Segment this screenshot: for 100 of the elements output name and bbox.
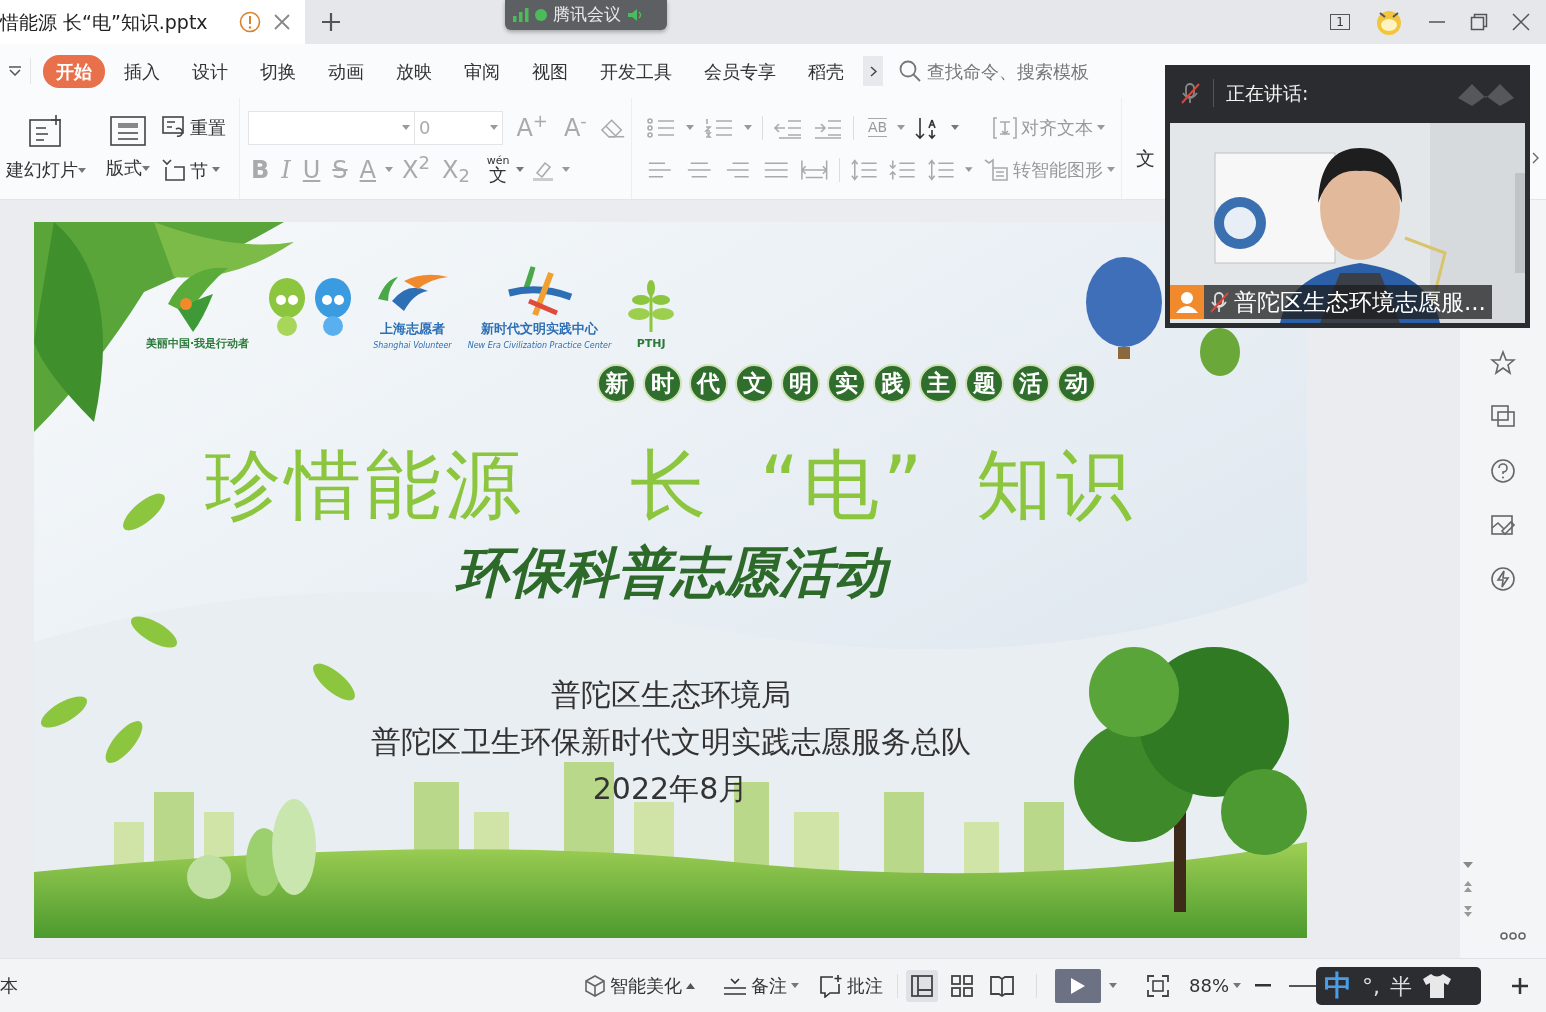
caret-icon	[211, 167, 220, 173]
zoom-in-icon[interactable]	[1511, 976, 1529, 995]
fit-icon	[1147, 974, 1169, 997]
caret-icon	[744, 124, 752, 131]
falling-leaf	[40, 696, 88, 728]
status-dot-icon	[535, 9, 547, 21]
ribbon-tab[interactable]: 切换	[247, 54, 309, 88]
play-icon	[1070, 976, 1086, 995]
falling-leaf	[105, 721, 143, 763]
expand-panel-icon[interactable]	[1532, 152, 1540, 164]
signal-icon	[513, 8, 529, 22]
width-mode[interactable]: 半	[1390, 969, 1412, 1003]
play-button[interactable]	[1055, 968, 1101, 1003]
comment-icon	[819, 973, 843, 998]
distribute-icon[interactable]	[800, 157, 829, 182]
slide-text: 2022年8月	[592, 770, 749, 809]
chevron-right-icon	[869, 65, 877, 77]
smart-shape-icon	[982, 157, 1009, 182]
logo-caption: 新时代文明实践中心	[480, 319, 598, 338]
search-icon	[899, 60, 921, 82]
caret-icon	[77, 168, 86, 174]
caret-icon	[951, 124, 960, 131]
zoom-out-icon[interactable]	[1255, 983, 1271, 988]
speaker-icon[interactable]	[627, 8, 643, 22]
eraser-icon[interactable]	[599, 116, 625, 139]
ribbon-tab[interactable]: 插入	[111, 54, 173, 88]
restore-icon[interactable]	[1470, 13, 1488, 31]
reset-icon	[161, 116, 186, 138]
slide-title: “电”	[759, 441, 927, 529]
ribbon-tab[interactable]: 开发工具	[587, 54, 685, 88]
collapse-caret-icon[interactable]	[8, 66, 22, 77]
ribbon-tab[interactable]: 动画	[315, 54, 377, 88]
spacing-options-icon[interactable]	[926, 157, 956, 182]
next-slide-icon[interactable]	[1462, 904, 1474, 918]
falling-leaf	[130, 616, 178, 648]
slide-text: 普陀区生态环境局	[550, 676, 791, 715]
normal-view-icon	[910, 973, 934, 998]
layout-button[interactable]: 版式	[97, 116, 158, 181]
screen-count-badge[interactable]: 1	[1330, 14, 1350, 30]
muted-microphone-icon[interactable]	[1208, 290, 1230, 314]
ribbon-tab[interactable]: 放映	[383, 54, 445, 88]
ribbon-tab[interactable]: 会员专享	[691, 54, 789, 88]
search-field[interactable]: 查找命令、搜索模板	[925, 56, 1115, 86]
caret-icon	[686, 124, 694, 131]
help-icon[interactable]	[1490, 458, 1516, 484]
scroll-down-icon[interactable]	[1462, 860, 1474, 870]
hot-air-balloon-drawing	[1200, 328, 1240, 376]
zoom-level-button[interactable]: 88%	[1183, 968, 1247, 1003]
caret-icon	[490, 124, 499, 131]
notes-icon	[723, 975, 747, 996]
star-icon[interactable]	[1490, 350, 1516, 376]
status-text: 本	[0, 974, 18, 998]
lightning-icon[interactable]	[1490, 566, 1516, 592]
text-tool-label[interactable]: 文	[1136, 144, 1155, 173]
more-tabs-button[interactable]	[863, 56, 883, 86]
ribbon-tab[interactable]: 审阅	[451, 54, 513, 88]
slide-title: 长	[629, 441, 710, 529]
speaking-label: 正在讲话:	[1226, 80, 1309, 106]
ribbon-tab[interactable]: 稻壳	[795, 54, 857, 88]
comments-button[interactable]: 批注	[813, 968, 889, 1003]
line-spacing-icon[interactable]	[849, 157, 879, 182]
caret-icon	[1109, 982, 1117, 989]
view-button[interactable]	[906, 969, 938, 1002]
ribbon-tab[interactable]: 设计	[179, 54, 241, 88]
paragraph-spacing-icon[interactable]	[888, 157, 917, 182]
previous-slide-icon[interactable]	[1462, 880, 1474, 894]
section-button[interactable]: 节	[161, 156, 226, 184]
caret-icon	[1097, 124, 1106, 131]
new-tab-icon[interactable]	[321, 12, 341, 33]
caret-icon	[385, 166, 393, 173]
pinyin-button[interactable]: wén 文	[486, 155, 510, 184]
slides-icon[interactable]	[1490, 404, 1516, 430]
shirt-icon[interactable]	[1422, 973, 1452, 999]
warning-icon	[239, 11, 261, 33]
close-icon[interactable]	[1512, 13, 1530, 31]
logo-caption: 美丽中国·我是行动者	[146, 335, 250, 352]
meeting-app-title: 腾讯会议	[553, 3, 621, 27]
font-name-field[interactable]	[248, 110, 415, 145]
cube-icon	[584, 974, 606, 997]
caret-icon	[561, 166, 570, 173]
caret-icon	[1233, 982, 1241, 989]
input-mode-indicator[interactable]: 中	[1324, 972, 1352, 1000]
new-slide-button[interactable]: 建幻灯片	[0, 114, 94, 183]
punctuation-mode[interactable]: °,	[1362, 969, 1380, 1003]
more-icon[interactable]	[1500, 932, 1526, 940]
muted-microphone-icon[interactable]	[1179, 81, 1201, 105]
logo-caption: 上海志愿者	[379, 319, 445, 338]
ribbon-tab[interactable]: 视图	[519, 54, 581, 88]
caret-icon	[897, 124, 906, 131]
image-edit-icon[interactable]	[1490, 512, 1516, 538]
close-icon[interactable]	[273, 13, 291, 31]
beautify-button[interactable]: 智能美化	[578, 968, 701, 1003]
reset-button[interactable]: 重置	[161, 113, 226, 141]
caret-icon	[401, 124, 410, 131]
slide-sorter-icon	[950, 973, 974, 998]
section-icon	[161, 159, 186, 181]
slide-title: 知识	[976, 441, 1137, 529]
caret-up-icon	[686, 982, 695, 989]
falling-leaf	[313, 663, 355, 701]
notes-button[interactable]: 备注	[717, 968, 805, 1003]
